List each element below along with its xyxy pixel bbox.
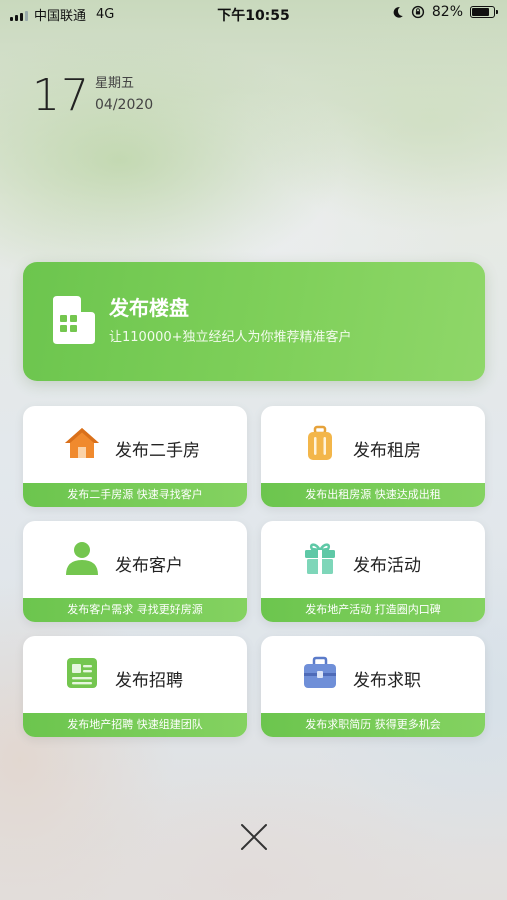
tile-description: 发布求职简历 获得更多机会 <box>261 713 485 737</box>
date-month-year: 04/2020 <box>95 97 154 113</box>
tile-label: 发布客户 <box>115 556 183 576</box>
publish-recruitment-tile[interactable]: 发布招聘 发布地产招聘 快速组建团队 <box>23 636 247 737</box>
publish-event-tile[interactable]: 发布活动 发布地产活动 打造圈内口碑 <box>261 521 485 622</box>
tile-description: 发布地产招聘 快速组建团队 <box>23 713 247 737</box>
luggage-icon <box>308 425 332 460</box>
tile-description: 发布客户需求 寻找更好房源 <box>23 598 247 622</box>
tile-description: 发布出租房源 快速达成出租 <box>261 483 485 507</box>
date-weekday: 星期五 <box>95 76 135 91</box>
publish-property-title: 发布楼盘 <box>109 296 189 320</box>
building-icon <box>53 296 95 344</box>
tile-description: 发布地产活动 打造圈内口碑 <box>261 598 485 622</box>
tile-description: 发布二手房源 快速寻找客户 <box>23 483 247 507</box>
house-icon <box>65 428 99 458</box>
publish-second-hand-tile[interactable]: 发布二手房 发布二手房源 快速寻找客户 <box>23 406 247 507</box>
battery-percent: 82% <box>431 4 463 20</box>
date-day: 17 <box>32 70 90 121</box>
publish-rental-tile[interactable]: 发布租房 发布出租房源 快速达成出租 <box>261 406 485 507</box>
publish-job-seeking-tile[interactable]: 发布求职 发布求职简历 获得更多机会 <box>261 636 485 737</box>
publish-property-card[interactable]: 发布楼盘 让110000+独立经纪人为你推荐精准客户 <box>23 262 485 381</box>
tile-label: 发布招聘 <box>115 671 183 691</box>
publish-property-subtitle: 让110000+独立经纪人为你推荐精准客户 <box>109 330 352 345</box>
gift-icon <box>305 543 335 574</box>
person-icon <box>66 542 98 575</box>
tile-label: 发布活动 <box>353 556 421 576</box>
document-icon <box>67 658 97 688</box>
close-icon[interactable] <box>239 822 269 852</box>
tile-label: 发布租房 <box>353 441 421 461</box>
status-bar: 中国联通 4G 下午10:55 82% <box>0 0 507 28</box>
rotation-lock-icon <box>411 5 424 19</box>
publish-customer-tile[interactable]: 发布客户 发布客户需求 寻找更好房源 <box>23 521 247 622</box>
briefcase-icon <box>304 656 336 688</box>
tile-label: 发布求职 <box>353 671 421 691</box>
tile-label: 发布二手房 <box>115 441 200 461</box>
battery-icon <box>470 6 498 18</box>
moon-icon <box>393 6 403 18</box>
